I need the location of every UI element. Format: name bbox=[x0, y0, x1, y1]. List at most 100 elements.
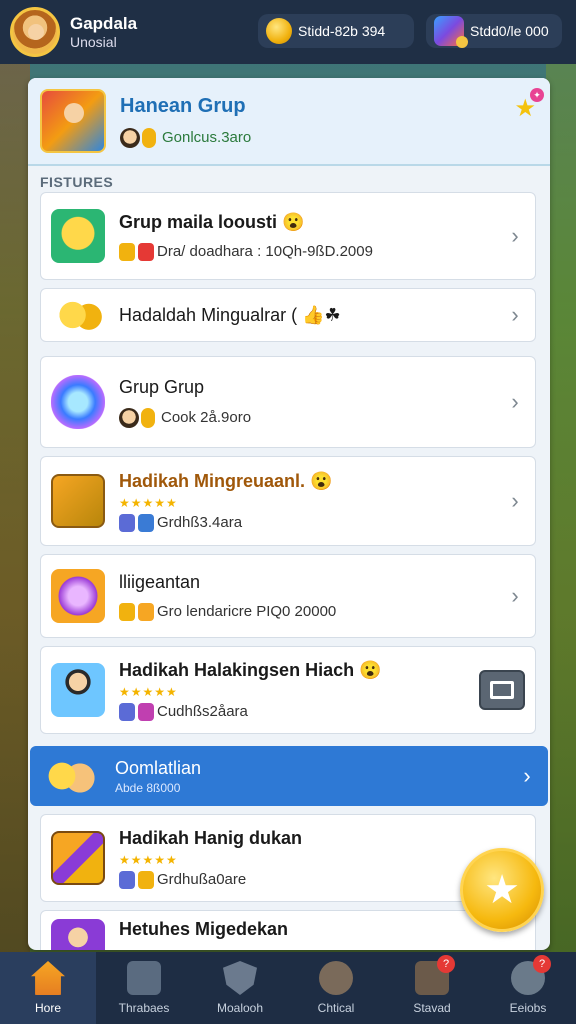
chevron-right-icon: › bbox=[511, 583, 519, 608]
home-icon bbox=[31, 961, 65, 995]
tab-world[interactable]: ? Eeiobs bbox=[480, 952, 576, 1024]
tab-store[interactable]: ? Stavad bbox=[384, 952, 480, 1024]
list-item[interactable]: Grup Grup Cook 2å.9oro › bbox=[40, 356, 536, 448]
tab-label: Moalooh bbox=[216, 1001, 264, 1015]
player-info: Gapdala Unosial bbox=[70, 14, 137, 50]
crystal-orb-icon bbox=[51, 375, 105, 429]
top-bar: Gapdala Unosial Stidd-82b 394 Stdd0/le 0… bbox=[0, 0, 576, 64]
background-right-edge bbox=[546, 60, 576, 960]
item-title: Hadikah Hanig dukan bbox=[119, 827, 303, 848]
player-status: Unosial bbox=[70, 34, 117, 50]
bag-tag-icon bbox=[138, 602, 154, 621]
gold-coins-icon bbox=[41, 756, 101, 796]
picture-frame-button[interactable] bbox=[479, 670, 525, 710]
list-item[interactable]: lliigeantan Gro lendaricre PIQ0 20000 › bbox=[40, 554, 536, 638]
group-image bbox=[40, 89, 106, 153]
chevron-right-icon: › bbox=[511, 389, 519, 414]
shield-icon bbox=[223, 961, 257, 995]
tab-home[interactable]: Hore bbox=[0, 952, 96, 1024]
tab-label: Eeiobs bbox=[509, 1001, 547, 1015]
list-item[interactable]: Hadikah Mingreuaanl. 😮 ★★★★★ Grdhß3.4ara… bbox=[40, 456, 536, 546]
trophy-chest-icon bbox=[51, 474, 105, 528]
treasure-box-icon bbox=[51, 831, 105, 885]
star-icon: ★ bbox=[484, 868, 520, 912]
group-title: Hanean Grup bbox=[120, 94, 246, 117]
coin-tag-icon bbox=[119, 242, 135, 261]
chevron-right-icon: › bbox=[511, 488, 519, 513]
notification-badge: ? bbox=[533, 955, 551, 973]
mini-coin-icon bbox=[141, 407, 155, 428]
item-meta: Gro lendaricre PIQ0 20000 bbox=[157, 603, 337, 620]
gem-icon bbox=[434, 16, 468, 48]
item-meta: Grdhußa0are bbox=[157, 871, 247, 888]
coin-amount: Stidd-82b 394 bbox=[298, 23, 386, 39]
coin-icon bbox=[266, 18, 292, 44]
item-meta: Dra/ doadhara : 10Qh-9ßD.2009 bbox=[157, 243, 373, 260]
character-portrait-icon bbox=[51, 663, 105, 717]
list-item[interactable]: Hetuhes Migedekan bbox=[40, 910, 536, 950]
gem-amount: Stdd0/le 000 bbox=[470, 23, 549, 39]
tab-castle[interactable]: Thrabaes bbox=[96, 952, 192, 1024]
tab-label: Hore bbox=[34, 1001, 61, 1015]
bottom-nav: Hore Thrabaes Moalooh Chtical ? Stavad ?… bbox=[0, 952, 576, 1024]
favorite-star-icon[interactable]: ★ ✦ bbox=[514, 88, 544, 123]
player-name: Gapdala bbox=[70, 14, 138, 33]
player-avatar[interactable] bbox=[10, 7, 60, 57]
coins-icon bbox=[51, 297, 105, 333]
tab-label: Chtical bbox=[317, 1001, 355, 1015]
item-title: Hadikah Halakingsen Hiach 😮 bbox=[119, 659, 382, 680]
coin-tag-icon bbox=[119, 602, 135, 621]
mini-coin-icon bbox=[142, 127, 156, 148]
item-meta: Abde 8ß000 bbox=[115, 780, 181, 795]
list-item-selected[interactable]: Oomlatlian Abde 8ß000 › bbox=[30, 746, 548, 806]
map-tag-icon bbox=[119, 513, 135, 532]
coin-tag-icon bbox=[138, 870, 154, 889]
group-panel: Hanean Grup Gonlcus.3aro ★ ✦ FISTURES Gru… bbox=[28, 78, 550, 950]
tab-shield[interactable]: Moalooh bbox=[192, 952, 288, 1024]
map-tag-icon bbox=[119, 702, 135, 721]
star-action-button[interactable]: ★ bbox=[460, 848, 544, 932]
item-title: lliigeantan bbox=[119, 571, 201, 592]
background-left-edge bbox=[0, 60, 30, 960]
item-title: Hadaldah Mingualrar ( 👍☘ bbox=[119, 304, 341, 325]
group-header: Hanean Grup Gonlcus.3aro ★ ✦ bbox=[28, 78, 550, 166]
item-title: Grup maila loousti 😮 bbox=[119, 211, 305, 232]
list-item[interactable]: Grup maila loousti 😮 Dra/ doadhara : 10Q… bbox=[40, 192, 536, 280]
item-meta: Cudhßs2åara bbox=[157, 703, 248, 720]
tab-label: Stavad bbox=[413, 1001, 451, 1015]
world-icon: ? bbox=[511, 955, 551, 995]
notification-badge: ? bbox=[437, 955, 455, 973]
purple-gem-icon bbox=[51, 569, 105, 623]
group-subtitle: Gonlcus.3aro bbox=[162, 129, 252, 146]
map-tag-icon bbox=[119, 870, 135, 889]
profile-icon bbox=[319, 961, 353, 995]
rating-stars: ★★★★★ bbox=[119, 495, 178, 510]
sword-tag-icon bbox=[138, 513, 154, 532]
character-portrait-icon bbox=[51, 919, 105, 950]
gem-balance[interactable]: Stdd0/le 000 bbox=[426, 14, 562, 48]
ticket-tag-icon bbox=[138, 242, 154, 261]
section-label: FISTURES bbox=[40, 174, 114, 190]
list-item[interactable]: Hadaldah Mingualrar ( 👍☘ › bbox=[40, 288, 536, 342]
chevron-right-icon: › bbox=[523, 763, 531, 788]
item-title: Hetuhes Migedekan bbox=[119, 919, 289, 939]
store-icon: ? bbox=[415, 955, 455, 995]
item-meta: Grdhß3.4ara bbox=[157, 514, 243, 531]
item-title: Grup Grup bbox=[119, 376, 205, 397]
member-face-icon bbox=[119, 407, 139, 428]
item-title: Oomlatlian bbox=[115, 757, 202, 778]
castle-icon bbox=[127, 961, 161, 995]
rating-stars: ★★★★★ bbox=[119, 852, 178, 867]
chevron-right-icon: › bbox=[511, 223, 519, 248]
gold-pot-icon bbox=[51, 209, 105, 263]
member-face-icon bbox=[120, 127, 140, 148]
list-item[interactable]: Hadikah Halakingsen Hiach 😮 ★★★★★ Cudhßs… bbox=[40, 646, 536, 734]
sword-tag-icon bbox=[138, 702, 154, 721]
rating-stars: ★★★★★ bbox=[119, 684, 178, 699]
item-meta: Cook 2å.9oro bbox=[161, 409, 252, 426]
tab-profile[interactable]: Chtical bbox=[288, 952, 384, 1024]
chevron-right-icon: › bbox=[511, 302, 519, 327]
coin-balance[interactable]: Stidd-82b 394 bbox=[258, 14, 414, 48]
tab-label: Thrabaes bbox=[118, 1001, 170, 1015]
item-title: Hadikah Mingreuaanl. 😮 bbox=[119, 470, 333, 491]
